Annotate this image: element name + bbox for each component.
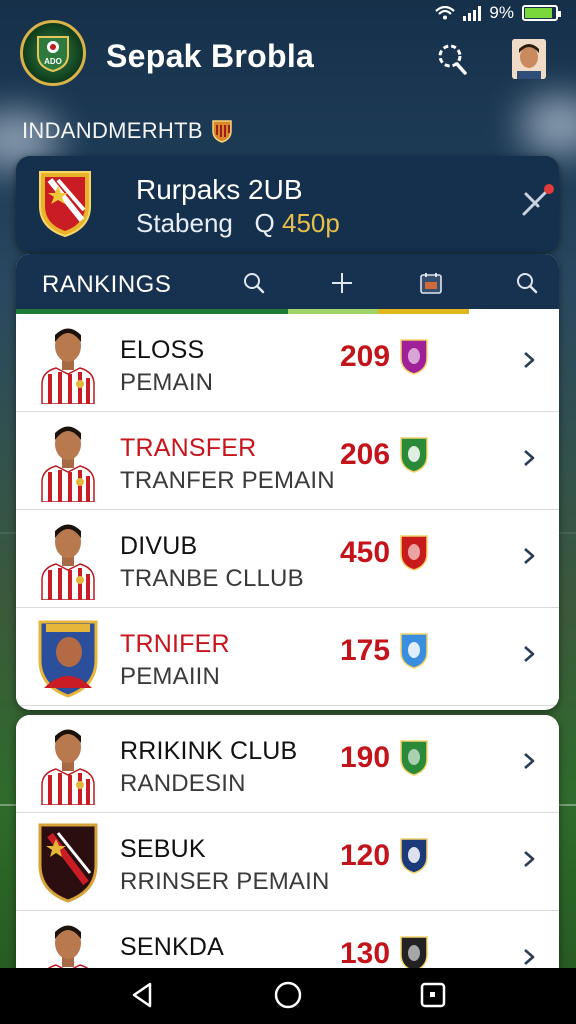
profile-stat-label: Stabeng bbox=[136, 208, 233, 238]
ranking-row[interactable]: TRANSFER TRANFER PEMAIN 206 bbox=[16, 412, 559, 510]
calendar-icon[interactable] bbox=[419, 271, 443, 295]
avatar[interactable] bbox=[512, 39, 546, 79]
home-icon[interactable] bbox=[273, 980, 303, 1010]
player-avatar bbox=[36, 518, 100, 601]
ranking-title: DIVUB bbox=[120, 532, 198, 560]
ranking-title: SENKDA bbox=[120, 933, 225, 961]
rankings-list: RRIKINK CLUB RANDESIN 190 SEBUK RRINSER PEM… bbox=[16, 715, 559, 975]
chevron-right-icon[interactable] bbox=[522, 350, 536, 370]
club-crest-avatar bbox=[36, 616, 100, 698]
ranking-subtitle: PEMAIIN bbox=[120, 663, 221, 690]
club-crest-icon bbox=[39, 171, 91, 238]
player-avatar bbox=[36, 420, 100, 503]
ranking-score: 175 bbox=[340, 634, 391, 667]
ranking-row[interactable]: SEBUK RRINSER PEMAIN 120 bbox=[16, 813, 559, 911]
club-badge-icon bbox=[398, 630, 430, 670]
ranking-score: 130 bbox=[340, 937, 391, 970]
ranking-title: ELOSS bbox=[120, 336, 205, 364]
rankings-list: ELOSS PEMAIN 209 TRANSFER TRANFER PEMAIN 206… bbox=[16, 314, 559, 706]
add-icon[interactable] bbox=[330, 271, 354, 295]
club-badge-icon bbox=[398, 336, 430, 376]
chevron-right-icon[interactable] bbox=[522, 751, 536, 771]
ranking-subtitle: TRANBE CLLUB bbox=[120, 565, 304, 592]
tactics-icon[interactable] bbox=[516, 180, 558, 222]
player-avatar bbox=[36, 322, 100, 405]
search-icon[interactable] bbox=[242, 271, 266, 295]
chevron-right-icon[interactable] bbox=[522, 448, 536, 468]
profile-stat: Stabeng Q 450p bbox=[136, 208, 340, 239]
ranking-row[interactable]: ELOSS PEMAIN 209 bbox=[16, 314, 559, 412]
logo-crest-icon: ADO bbox=[37, 36, 69, 73]
player-avatar bbox=[36, 723, 100, 806]
ranking-title: TRANSFER bbox=[120, 434, 257, 462]
ranking-row[interactable]: DIVUB TRANBE CLLUB 450 bbox=[16, 510, 559, 608]
ranking-row[interactable]: RRIKINK CLUB RANDESIN 190 bbox=[16, 715, 559, 813]
ranking-row[interactable]: TRNIFER PEMAIIN 175 bbox=[16, 608, 559, 706]
chevron-right-icon[interactable] bbox=[522, 546, 536, 566]
profile-name: Rurpaks 2UB bbox=[136, 174, 303, 205]
ranking-title: RRIKINK CLUB bbox=[120, 737, 298, 765]
club-badge-icon bbox=[398, 835, 430, 875]
subtitle-text: INDANDMERHTB bbox=[22, 118, 203, 143]
chevron-right-icon[interactable] bbox=[522, 849, 536, 869]
system-nav-bar bbox=[0, 968, 576, 1024]
profile-stat-prefix: Q bbox=[254, 208, 275, 238]
app-header: ADO Sepak Brobla bbox=[0, 18, 576, 98]
ranking-title: TRNIFER bbox=[120, 630, 230, 658]
app-logo[interactable]: ADO bbox=[20, 20, 86, 86]
svg-text:ADO: ADO bbox=[44, 57, 62, 66]
ranking-score: 190 bbox=[340, 741, 391, 774]
ranking-score: 206 bbox=[340, 438, 391, 471]
profile-stat-value: 450p bbox=[282, 208, 340, 238]
club-crest-avatar bbox=[36, 821, 100, 903]
ranking-subtitle: RANDESIN bbox=[120, 770, 246, 797]
profile-card[interactable]: Rurpaks 2UB Stabeng Q 450p bbox=[16, 156, 559, 252]
club-badge-icon bbox=[398, 737, 430, 777]
ranking-subtitle: TRANFER PEMAIN bbox=[120, 467, 335, 494]
club-badge-icon bbox=[398, 532, 430, 572]
recents-icon[interactable] bbox=[418, 980, 448, 1010]
ranking-score: 209 bbox=[340, 340, 391, 373]
search-icon[interactable] bbox=[436, 42, 468, 76]
club-badge-icon bbox=[398, 434, 430, 474]
player-avatar bbox=[36, 919, 100, 975]
rankings-header: RANKINGS bbox=[16, 254, 559, 314]
ranking-row[interactable]: SENKDAPENSAIN130 bbox=[16, 911, 559, 975]
search-icon[interactable] bbox=[515, 271, 539, 295]
back-icon[interactable] bbox=[128, 980, 158, 1010]
section-subtitle: INDANDMERHTB bbox=[22, 118, 233, 144]
ranking-subtitle: RRINSER PEMAIN bbox=[120, 868, 330, 895]
rankings-panel: RANKINGS ELOSS PEMAIN 209 TRANSFER TRANF… bbox=[16, 254, 559, 710]
chevron-right-icon[interactable] bbox=[522, 947, 536, 967]
club-crest-icon bbox=[212, 120, 232, 143]
app-title: Sepak Brobla bbox=[106, 38, 315, 74]
club-badge-icon bbox=[398, 933, 430, 973]
rankings-panel-secondary: RRIKINK CLUB RANDESIN 190 SEBUK RRINSER PEM… bbox=[16, 715, 559, 975]
rankings-title: RANKINGS bbox=[42, 271, 172, 298]
ranking-subtitle: PEMAIN bbox=[120, 369, 214, 396]
chevron-right-icon[interactable] bbox=[522, 644, 536, 664]
ranking-score: 450 bbox=[340, 536, 391, 569]
ranking-title: SEBUK bbox=[120, 835, 206, 863]
ranking-score: 120 bbox=[340, 839, 391, 872]
